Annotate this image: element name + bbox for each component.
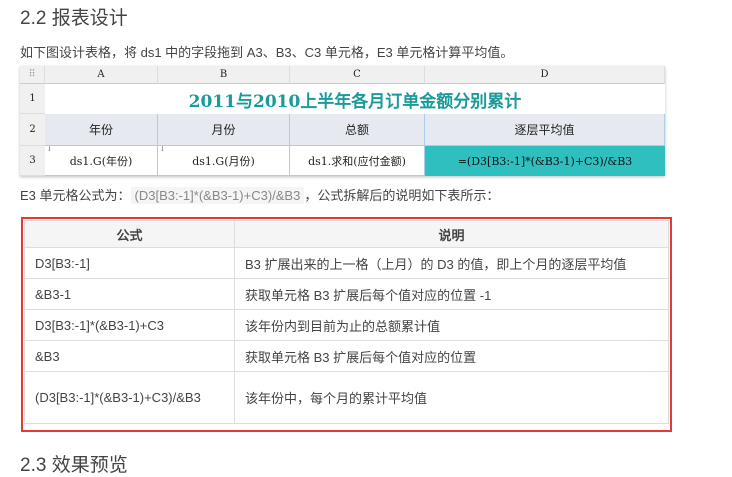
report-title-cell[interactable]: 2011与2010上半年各月订单金额分别累计 [45, 84, 665, 114]
highlighted-formula-table: 公式 说明 D3[B3:-1] B3 扩展出来的上一格（上月）的 D3 的值，即上… [21, 217, 672, 432]
description-cell: 该年份内到目前为止的总额累计值 [234, 309, 669, 341]
column-header-b[interactable]: B [158, 66, 290, 84]
table-row: (D3[B3:-1]*(&B3-1)+C3)/&B3 该年份中，每个月的累计平均值 [24, 371, 669, 424]
formula-prefix: E3 单元格公式为： [20, 188, 131, 203]
row-header-3[interactable]: 3 [20, 146, 45, 176]
cell-c2[interactable]: 总额 [290, 114, 425, 146]
formula-cell: (D3[B3:-1]*(&B3-1)+C3)/&B3 [24, 371, 235, 424]
formula-code: (D3[B3:-1]*(&B3-1)+C3)/&B3 [130, 187, 305, 204]
cell-c3[interactable]: ds1.求和(应付金额) [290, 146, 425, 176]
formula-cell: D3[B3:-1]*(&B3-1)+C3 [24, 309, 235, 341]
formula-suffix: ，公式拆解后的说明如下表所示： [304, 188, 500, 203]
expand-down-icon: ↓ [159, 146, 166, 153]
row-header-2[interactable]: 2 [20, 114, 45, 146]
description-cell: 该年份中，每个月的累计平均值 [234, 371, 669, 424]
cell-b3-value: ds1.G(月份) [192, 154, 255, 168]
row-header-1[interactable]: 1 [20, 84, 45, 114]
report-design-sheet: ⠿ A B C D 1 2 3 2011与2010上半年各月订单金额分别累计 年… [20, 66, 665, 176]
section-heading-2-2: 2.2 报表设计 [20, 8, 128, 29]
table-row: &B3-1 获取单元格 B3 扩展后每个值对应的位置 -1 [24, 278, 669, 310]
table-row: D3[B3:-1]*(&B3-1)+C3 该年份内到目前为止的总额累计值 [24, 309, 669, 341]
section-heading-2-3: 2.3 效果预览 [20, 455, 128, 476]
formula-paragraph: E3 单元格公式为： (D3[B3:-1]*(&B3-1)+C3)/&B3 ，公式拆… [20, 185, 499, 204]
description-cell: 获取单元格 B3 扩展后每个值对应的位置 [234, 340, 669, 372]
expand-down-icon: ↓ [46, 146, 53, 153]
description-cell: B3 扩展出来的上一格（上月）的 D3 的值，即上个月的逐层平均值 [234, 247, 669, 279]
cell-b2[interactable]: 月份 [158, 114, 290, 146]
column-header-a[interactable]: A [45, 66, 158, 84]
formula-cell: &B3 [24, 340, 235, 372]
table-header-row: 公式 说明 [24, 220, 669, 248]
cell-a3[interactable]: ↓ ds1.G(年份) [45, 146, 158, 176]
formula-cell: D3[B3:-1] [24, 247, 235, 279]
table-row: D3[B3:-1] B3 扩展出来的上一格（上月）的 D3 的值，即上个月的逐层平… [24, 247, 669, 279]
grid-corner-icon[interactable]: ⠿ [20, 66, 45, 84]
cell-a2[interactable]: 年份 [45, 114, 158, 146]
cell-d2[interactable]: 逐层平均值 [425, 114, 665, 146]
cell-d3[interactable]: =(D3[B3:-1]*(&B3-1)+C3)/&B3 [425, 146, 665, 176]
table-row: &B3 获取单元格 B3 扩展后每个值对应的位置 [24, 340, 669, 372]
formula-cell: &B3-1 [24, 278, 235, 310]
formula-explanation-table: 公式 说明 D3[B3:-1] B3 扩展出来的上一格（上月）的 D3 的值，即上… [24, 220, 669, 424]
column-header-description: 说明 [234, 220, 669, 248]
column-header-d[interactable]: D [425, 66, 665, 84]
intro-paragraph: 如下图设计表格，将 ds1 中的字段拖到 A3、B3、C3 单元格，E3 单元格… [20, 45, 514, 60]
description-cell: 获取单元格 B3 扩展后每个值对应的位置 -1 [234, 278, 669, 310]
column-header-c[interactable]: C [290, 66, 425, 84]
cell-b3[interactable]: ↓ ds1.G(月份) [158, 146, 290, 176]
cell-a3-value: ds1.G(年份) [69, 154, 133, 168]
column-header-formula: 公式 [24, 220, 235, 248]
